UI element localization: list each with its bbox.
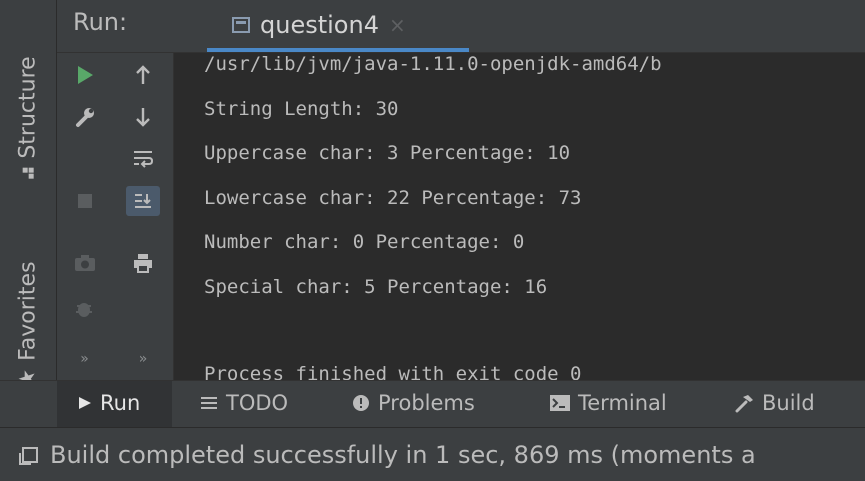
bottom-tab-build[interactable]: Build [734, 391, 815, 415]
console-output[interactable]: /usr/lib/jvm/java-1.11.0-openjdk-amd64/b… [174, 53, 865, 380]
run-config-tab[interactable]: question4 × [207, 0, 469, 52]
toggle-tool-windows-icon[interactable] [19, 446, 38, 465]
structure-icon [22, 167, 34, 179]
print-icon[interactable] [113, 243, 173, 283]
more-actions-icon-2[interactable]: » [113, 339, 173, 379]
bottom-tab-run-label: Run [100, 391, 141, 415]
status-message[interactable]: Build completed successfully in 1 sec, 8… [50, 441, 756, 469]
scroll-to-end-icon[interactable] [113, 181, 173, 221]
run-tool-header: Run: question4 × [57, 0, 865, 53]
bottom-tab-terminal-label: Terminal [578, 391, 667, 415]
run-toolbar-secondary: » [113, 53, 174, 380]
console-line: Uppercase char: 3 Percentage: 10 [204, 142, 571, 164]
bug-icon[interactable] [57, 289, 112, 329]
console-line: Number char: 0 Percentage: 0 [204, 231, 525, 253]
wrench-icon[interactable] [57, 97, 112, 137]
console-line: Special char: 5 Percentage: 16 [204, 276, 548, 298]
terminal-icon [550, 395, 570, 411]
run-toolbar-primary: » [57, 53, 112, 380]
bottom-tool-tabs: Run TODO Problems Terminal Build [0, 380, 865, 428]
status-bar: Build completed successfully in 1 sec, 8… [0, 427, 865, 481]
stop-icon[interactable] [57, 181, 112, 221]
list-icon [201, 397, 217, 409]
run-label: Run: [73, 8, 128, 36]
arrow-down-icon[interactable] [113, 97, 173, 137]
console-line: /usr/lib/jvm/java-1.11.0-openjdk-amd64/b [204, 53, 662, 75]
bottom-tab-problems-label: Problems [378, 391, 475, 415]
bottom-tab-todo-label: TODO [226, 391, 289, 415]
play-icon [79, 397, 91, 409]
more-actions-icon[interactable]: » [57, 339, 112, 379]
arrow-up-icon[interactable] [113, 55, 173, 95]
bottom-tab-build-label: Build [762, 391, 815, 415]
left-tool-strip: Structure ★ Favorites [0, 0, 57, 427]
hammer-icon [735, 395, 753, 413]
info-icon [353, 395, 369, 411]
soft-wrap-icon[interactable] [113, 139, 173, 179]
close-tab-icon[interactable]: × [389, 13, 406, 37]
console-line: Process finished with exit code 0 [204, 363, 582, 380]
rerun-icon[interactable] [57, 55, 112, 95]
console-line: Lowercase char: 22 Percentage: 73 [204, 187, 582, 209]
camera-icon[interactable] [57, 243, 112, 283]
bottom-tab-run[interactable]: Run [78, 391, 140, 415]
bottom-tab-terminal[interactable]: Terminal [550, 391, 667, 415]
favorites-tab-label: Favorites [15, 261, 41, 361]
structure-tool-tab[interactable]: Structure [0, 0, 56, 179]
bottom-tab-todo[interactable]: TODO [200, 391, 288, 415]
favorites-tool-tab[interactable]: ★ Favorites [0, 200, 56, 388]
structure-tab-label: Structure [15, 56, 41, 159]
console-line: String Length: 30 [204, 98, 399, 120]
console-icon [232, 17, 250, 33]
bottom-tab-problems[interactable]: Problems [352, 391, 475, 415]
run-tab-title: question4 [260, 11, 379, 39]
active-tab-indicator [207, 48, 469, 52]
